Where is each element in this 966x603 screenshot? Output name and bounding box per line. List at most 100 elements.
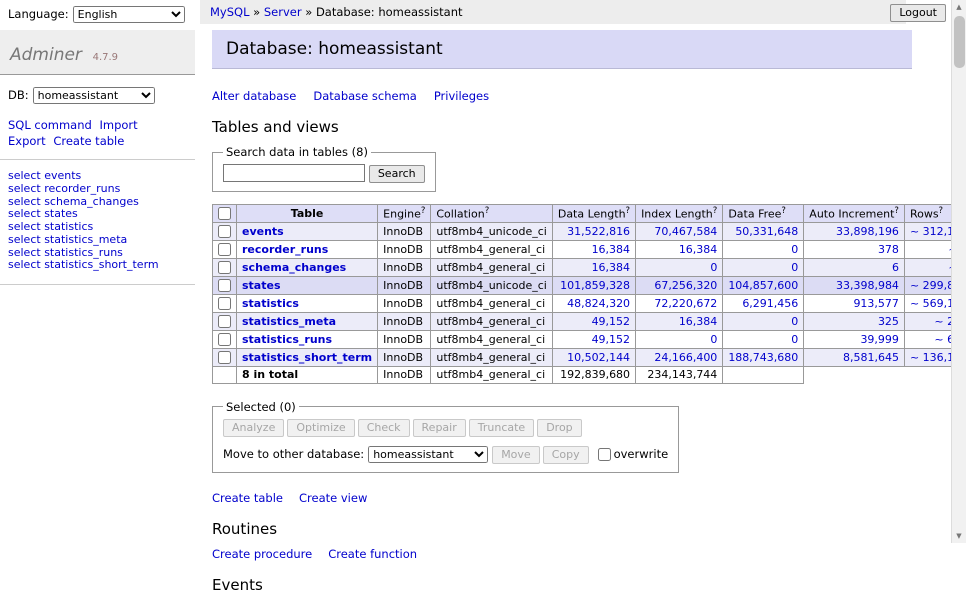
search-input[interactable]: [223, 164, 365, 182]
create-view-link[interactable]: Create view: [299, 491, 367, 505]
data-length-link[interactable]: 49,152: [592, 333, 631, 346]
breadcrumb-link-mysql[interactable]: MySQL: [210, 5, 250, 19]
sidebar-link-sql-command[interactable]: SQL command: [8, 118, 92, 132]
create-procedure-link[interactable]: Create procedure: [212, 547, 312, 561]
index-length-link[interactable]: 16,384: [679, 243, 718, 256]
create-function-link[interactable]: Create function: [328, 547, 417, 561]
auto-increment-link[interactable]: 6: [892, 261, 899, 274]
sidebar-table-link-statistics-runs[interactable]: statistics_runs: [44, 246, 123, 259]
alter-database-link[interactable]: Alter database: [212, 89, 296, 103]
index-length-link[interactable]: 0: [710, 333, 717, 346]
copy-button[interactable]: Copy: [543, 446, 589, 464]
data-free-link[interactable]: 50,331,648: [735, 225, 798, 238]
sidebar-table-link-statistics-meta[interactable]: statistics_meta: [44, 233, 127, 246]
column-help-link[interactable]: ?: [939, 206, 944, 216]
auto-increment-link[interactable]: 378: [878, 243, 899, 256]
sidebar-table-link-recorder-runs[interactable]: recorder_runs: [44, 182, 120, 195]
select-link-statistics[interactable]: select: [8, 220, 41, 233]
auto-increment-link[interactable]: 33,398,984: [836, 279, 899, 292]
column-help-link[interactable]: ?: [485, 206, 490, 216]
drop-button[interactable]: Drop: [537, 419, 581, 437]
select-link-statistics-meta[interactable]: select: [8, 233, 41, 246]
data-free-link[interactable]: 0: [791, 261, 798, 274]
index-length-link[interactable]: 72,220,672: [654, 297, 717, 310]
column-help-link[interactable]: ?: [894, 206, 899, 216]
adminer-logo-link[interactable]: Adminer: [10, 45, 82, 65]
data-length-link[interactable]: 101,859,328: [560, 279, 630, 292]
scrollbar-up-arrow-icon[interactable]: ▲: [952, 0, 966, 14]
auto-increment-link[interactable]: 913,577: [853, 297, 899, 310]
truncate-button[interactable]: Truncate: [469, 419, 534, 437]
data-free-link[interactable]: 104,857,600: [728, 279, 798, 292]
data-free-link[interactable]: 6,291,456: [742, 297, 798, 310]
table-link-states[interactable]: states: [242, 279, 281, 292]
db-select[interactable]: homeassistant: [33, 87, 155, 104]
data-length-link[interactable]: 16,384: [592, 243, 631, 256]
column-help-link[interactable]: ?: [781, 206, 786, 216]
select-link-statistics-runs[interactable]: select: [8, 246, 41, 259]
analyze-button[interactable]: Analyze: [223, 419, 284, 437]
auto-increment-link[interactable]: 325: [878, 315, 899, 328]
index-length-link[interactable]: 67,256,320: [654, 279, 717, 292]
data-free-link[interactable]: 188,743,680: [728, 351, 798, 364]
privileges-link[interactable]: Privileges: [434, 89, 489, 103]
row-checkbox[interactable]: [218, 243, 231, 256]
table-link-statistics-short-term[interactable]: statistics_short_term: [242, 351, 372, 364]
sidebar-table-link-statistics[interactable]: statistics: [44, 220, 93, 233]
optimize-button[interactable]: Optimize: [287, 419, 354, 437]
search-button[interactable]: Search: [369, 165, 425, 183]
sidebar-table-link-states[interactable]: states: [44, 207, 78, 220]
table-link-events[interactable]: events: [242, 225, 284, 238]
vertical-scrollbar[interactable]: ▲ ▼: [951, 0, 966, 543]
repair-button[interactable]: Repair: [413, 419, 466, 437]
move-db-select[interactable]: homeassistant: [368, 446, 488, 463]
sidebar-link-export[interactable]: Export: [8, 134, 46, 148]
auto-increment-link[interactable]: 39,999: [860, 333, 899, 346]
index-length-link[interactable]: 16,384: [679, 315, 718, 328]
row-checkbox[interactable]: [218, 351, 231, 364]
select-all-checkbox[interactable]: [218, 207, 231, 220]
scrollbar-thumb[interactable]: [954, 16, 965, 68]
row-checkbox[interactable]: [218, 315, 231, 328]
select-link-events[interactable]: select: [8, 169, 41, 182]
sidebar-table-link-events[interactable]: events: [44, 169, 81, 182]
breadcrumb-link-server[interactable]: Server: [264, 5, 302, 19]
select-link-statistics-short-term[interactable]: select: [8, 258, 41, 271]
data-length-link[interactable]: 16,384: [592, 261, 631, 274]
index-length-link[interactable]: 24,166,400: [654, 351, 717, 364]
move-button[interactable]: Move: [492, 446, 540, 464]
data-free-link[interactable]: 0: [791, 315, 798, 328]
sidebar-table-link-schema-changes[interactable]: schema_changes: [44, 195, 139, 208]
row-checkbox[interactable]: [218, 261, 231, 274]
column-help-link[interactable]: ?: [713, 206, 718, 216]
data-length-link[interactable]: 48,824,320: [567, 297, 630, 310]
index-length-link[interactable]: 0: [710, 261, 717, 274]
select-link-schema-changes[interactable]: select: [8, 195, 41, 208]
database-schema-link[interactable]: Database schema: [313, 89, 416, 103]
language-select[interactable]: English: [73, 6, 185, 23]
table-link-statistics-runs[interactable]: statistics_runs: [242, 333, 332, 346]
sidebar-link-create-table[interactable]: Create table: [53, 134, 124, 148]
table-link-statistics-meta[interactable]: statistics_meta: [242, 315, 336, 328]
logout-button[interactable]: Logout: [890, 4, 946, 22]
overwrite-checkbox[interactable]: [598, 448, 611, 461]
row-checkbox[interactable]: [218, 297, 231, 310]
sidebar-table-link-statistics-short-term[interactable]: statistics_short_term: [44, 258, 158, 271]
create-table-link[interactable]: Create table: [212, 491, 283, 505]
check-button[interactable]: Check: [358, 419, 410, 437]
data-free-link[interactable]: 0: [791, 243, 798, 256]
auto-increment-link[interactable]: 33,898,196: [836, 225, 899, 238]
data-length-link[interactable]: 49,152: [592, 315, 631, 328]
row-checkbox[interactable]: [218, 225, 231, 238]
table-link-schema-changes[interactable]: schema_changes: [242, 261, 346, 274]
auto-increment-link[interactable]: 8,581,645: [843, 351, 899, 364]
data-free-link[interactable]: 0: [791, 333, 798, 346]
select-link-recorder-runs[interactable]: select: [8, 182, 41, 195]
row-checkbox[interactable]: [218, 279, 231, 292]
data-length-link[interactable]: 31,522,816: [567, 225, 630, 238]
index-length-link[interactable]: 70,467,584: [654, 225, 717, 238]
sidebar-link-import[interactable]: Import: [99, 118, 137, 132]
scrollbar-down-arrow-icon[interactable]: ▼: [952, 529, 966, 543]
table-link-statistics[interactable]: statistics: [242, 297, 299, 310]
table-link-recorder-runs[interactable]: recorder_runs: [242, 243, 328, 256]
